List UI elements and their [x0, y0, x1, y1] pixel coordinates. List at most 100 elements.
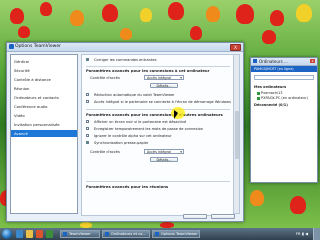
- group-header[interactable]: Mes ordinateurs: [254, 85, 286, 89]
- task-label: Ordinateurs et co...: [111, 232, 146, 236]
- section-heading-outgoing: Paramètres avancés pour les connexions à…: [86, 112, 223, 117]
- online-status-icon: [257, 96, 260, 100]
- taskbar-task-teamviewer[interactable]: TeamViewer: [60, 230, 100, 238]
- task-label: TeamViewer: [69, 232, 91, 236]
- options-content: Corriger les commandes entrantes Paramèt…: [81, 54, 235, 216]
- access-control-label: Contrôle d'accès: [90, 76, 120, 80]
- tulip-decoration: [270, 10, 284, 26]
- group-label: Mes ordinateurs: [254, 85, 287, 89]
- divider: [86, 66, 230, 67]
- option-label: Enregistrer temporairement les mots de p…: [94, 127, 204, 131]
- tulip-decoration: [190, 26, 202, 40]
- content-scrollbar[interactable]: [233, 54, 240, 214]
- teamviewer-icon: [9, 44, 14, 49]
- nav-item-audio-conference[interactable]: Conférence audio: [11, 103, 77, 110]
- tulip-decoration: [168, 2, 184, 20]
- tulip-decoration: [262, 30, 276, 44]
- details-button[interactable]: Détails...: [150, 83, 178, 88]
- group-header[interactable]: Déconnecté (0/1): [254, 103, 288, 107]
- cancel-button[interactable]: [211, 214, 235, 219]
- teamviewer-icon: [105, 232, 109, 236]
- network-icon[interactable]: ▮: [302, 231, 304, 236]
- nav-item-meeting[interactable]: Réunion: [11, 85, 77, 92]
- show-desktop-button[interactable]: [313, 228, 320, 240]
- computers-window: Ordinateurs ... x PAMGSJMCRT (en ligne) …: [250, 57, 318, 183]
- system-tray[interactable]: FR ▮ ◀: [296, 230, 308, 238]
- nav-item-remote-control[interactable]: Contrôle à distance: [11, 76, 77, 83]
- checkbox[interactable]: [86, 141, 89, 144]
- options-dialog: Options TeamViewer X Général Sécurité Co…: [6, 42, 244, 222]
- volume-icon[interactable]: ◀: [305, 231, 308, 236]
- details-button[interactable]: Détails...: [150, 157, 178, 162]
- nav-item-video[interactable]: Vidéo: [11, 112, 77, 119]
- taskbar-task-options[interactable]: Options TeamViewer: [152, 230, 200, 238]
- taskbar: TeamViewer Ordinateurs et co... Options …: [0, 228, 320, 240]
- divider: [86, 109, 230, 110]
- tulip-decoration: [140, 8, 152, 22]
- account-status-bar[interactable]: PAMGSJMCRT (en ligne): [251, 66, 317, 72]
- divider: [86, 181, 230, 182]
- access-control-label: Contrôle d'accès: [90, 150, 120, 154]
- tulip-decoration: [120, 28, 132, 40]
- access-control-select[interactable]: Accès intégral ▾: [144, 75, 184, 80]
- option-label: Accès intégral si le partenaire se conne…: [94, 100, 231, 104]
- tulip-decoration: [40, 2, 52, 16]
- taskbar-task-computers[interactable]: Ordinateurs et co...: [102, 230, 150, 238]
- checkbox[interactable]: [86, 58, 89, 61]
- checkbox[interactable]: [86, 127, 89, 130]
- scrollbar-thumb[interactable]: [235, 111, 239, 159]
- start-button[interactable]: [2, 229, 12, 239]
- tulip-decoration: [206, 6, 220, 22]
- nav-item-computers-contacts[interactable]: Ordinateurs et contacts: [11, 94, 77, 101]
- tulip-decoration: [102, 4, 118, 22]
- tulip-decoration: [18, 26, 30, 38]
- teamviewer-icon: [63, 232, 67, 236]
- tulip-decoration: [296, 4, 312, 22]
- close-icon[interactable]: X: [230, 44, 241, 51]
- online-status-icon: [257, 91, 260, 95]
- teamviewer-icon: [253, 59, 257, 63]
- task-label: Options TeamViewer: [161, 232, 198, 236]
- nav-item-advanced[interactable]: Avancé: [11, 130, 77, 137]
- computer-name: PXPAOX-PC (en ordinateur): [261, 96, 308, 100]
- folder-icon[interactable]: [26, 230, 33, 238]
- ie-icon[interactable]: [16, 230, 23, 238]
- nav-item-general[interactable]: Général: [11, 58, 77, 65]
- nav-item-security[interactable]: Sécurité: [11, 67, 77, 74]
- checkbox[interactable]: [86, 100, 89, 103]
- chevron-down-icon: ▾: [180, 76, 182, 80]
- checkbox[interactable]: [86, 93, 89, 96]
- media-player-icon[interactable]: [36, 230, 43, 238]
- tulip-decoration: [70, 10, 84, 26]
- section-heading-meetings: Paramètres avancés pour les réunions: [86, 184, 169, 189]
- group-label: Déconnecté (0/1): [254, 103, 288, 107]
- close-icon[interactable]: x: [310, 59, 315, 63]
- ok-button[interactable]: [183, 214, 207, 219]
- option-label: Afficher un écran noir si le partenaire …: [94, 120, 187, 124]
- dialog-title-bar[interactable]: Options TeamViewer X: [7, 43, 243, 52]
- computer-name: Pxamachi13: [261, 91, 283, 95]
- teamviewer-icon: [155, 232, 159, 236]
- option-label: Réduction automatique du volet TeamViewe…: [94, 93, 175, 97]
- tulip-decoration: [10, 8, 24, 24]
- option-label: Synchronisation presse-papier: [94, 141, 149, 145]
- chevron-down-icon: ▾: [180, 150, 182, 154]
- search-input[interactable]: [254, 75, 314, 80]
- computers-title-bar[interactable]: Ordinateurs ... x: [251, 58, 317, 66]
- access-control-select[interactable]: Accès intégral ▾: [144, 149, 184, 154]
- tulip-decoration: [250, 190, 264, 206]
- list-item[interactable]: Pxamachi13: [257, 91, 282, 95]
- mouse-cursor-icon: [174, 110, 178, 119]
- dialog-title: Options TeamViewer: [15, 44, 61, 49]
- option-label: Ignorer le contrôle alpha sur cet ordina…: [94, 134, 172, 138]
- list-item[interactable]: PXPAOX-PC (en ordinateur): [257, 96, 308, 100]
- checkbox[interactable]: [86, 134, 89, 137]
- top-checkbox-label: Corriger les commandes entrantes: [94, 58, 157, 62]
- language-indicator[interactable]: FR: [296, 231, 301, 236]
- options-nav: Général Sécurité Contrôle à distance Réu…: [10, 54, 78, 214]
- app-icon[interactable]: [46, 230, 53, 238]
- tulip-decoration: [290, 196, 306, 214]
- checkbox[interactable]: [86, 120, 89, 123]
- access-control-value: Accès intégral: [147, 150, 171, 154]
- nav-item-custom-invitation[interactable]: Invitation personnalisée: [11, 121, 77, 128]
